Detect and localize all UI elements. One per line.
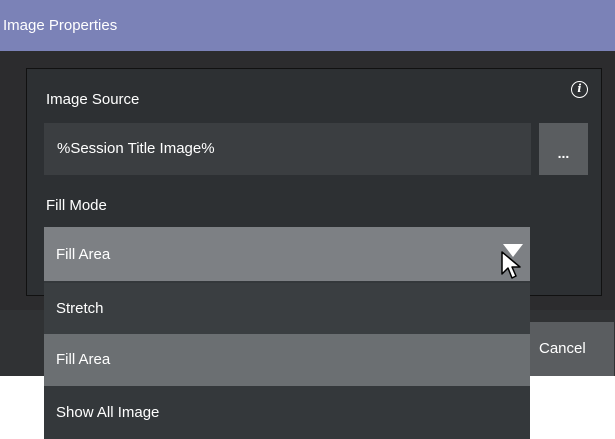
cancel-button[interactable]: Cancel: [528, 322, 614, 376]
fill-mode-select[interactable]: Fill Area: [44, 227, 530, 282]
dropdown-option-stretch[interactable]: Stretch: [44, 283, 530, 335]
dropdown-option-show-all-image[interactable]: Show All Image: [44, 387, 530, 439]
browse-button[interactable]: ...: [539, 123, 588, 175]
mouse-pointer-icon: [501, 251, 521, 279]
info-icon[interactable]: i: [571, 81, 588, 98]
dropdown-option-fill-area[interactable]: Fill Area: [44, 334, 530, 386]
image-source-input[interactable]: %Session Title Image%: [44, 123, 531, 175]
title-bar: Image Properties: [0, 0, 615, 51]
fill-mode-label: Fill Mode: [46, 197, 107, 214]
image-source-label: Image Source: [46, 91, 140, 108]
fill-mode-dropdown-list: Stretch Fill Area Show All Image: [44, 281, 530, 439]
dialog-title: Image Properties: [3, 17, 118, 34]
